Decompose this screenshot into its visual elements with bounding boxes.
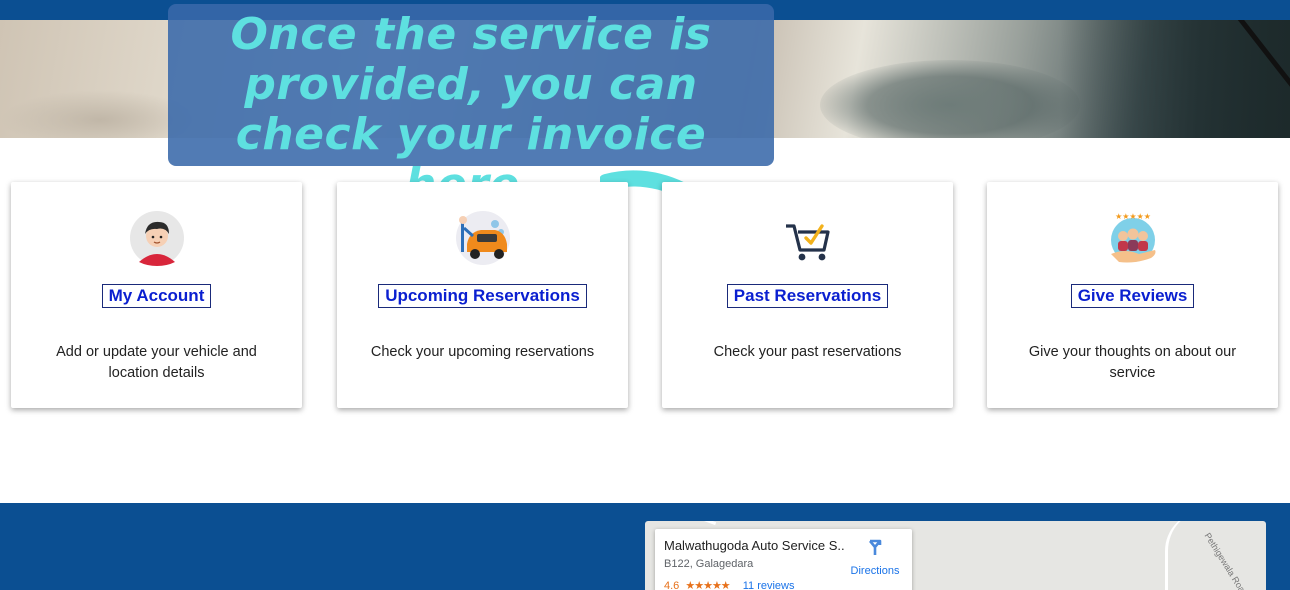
shopping-cart-check-icon (786, 224, 830, 261)
card-my-account: My Account Add or update your vehicle an… (11, 182, 302, 408)
reviews-link[interactable]: 11 reviews (743, 580, 795, 590)
card-give-reviews: ★★★★★ Give Reviews Give your thoughts on… (987, 182, 1278, 408)
place-name[interactable]: Malwathugoda Auto Service S... (664, 538, 844, 553)
give-reviews-link[interactable]: Give Reviews (1070, 284, 1195, 308)
past-reservations-link[interactable]: Past Reservations (726, 284, 889, 308)
directions-button[interactable]: Directions (845, 539, 905, 579)
place-rating: 4.6 ★★★★★ 11 reviews (664, 579, 795, 590)
user-avatar-icon (130, 211, 184, 266)
card-description: Check your past reservations (713, 344, 902, 360)
rating-value: 4.6 (664, 580, 680, 590)
car-wash-icon (456, 211, 510, 265)
place-address: B122, Galagedara (664, 558, 754, 570)
rating-stars-icon: ★★★★★ (685, 580, 730, 590)
card-description: Check your upcoming reservations (370, 344, 595, 360)
card-description: Give your thoughts on about our service (1028, 344, 1237, 381)
directions-icon (869, 539, 882, 555)
upcoming-reservations-link[interactable]: Upcoming Reservations (378, 284, 587, 308)
card-upcoming-reservations: Upcoming Reservations Check your upcomin… (337, 182, 628, 408)
map-place-card: Malwathugoda Auto Service S... B122, Gal… (655, 529, 912, 590)
svg-text:★★★★★: ★★★★★ (1115, 212, 1151, 221)
reviews-hand-stars-icon: ★★★★★ (1111, 212, 1156, 263)
my-account-link[interactable]: My Account (101, 284, 212, 308)
page: Once the service is provided, you can ch… (0, 0, 1290, 590)
card-past-reservations: Past Reservations Check your past reserv… (662, 182, 953, 408)
directions-label: Directions (850, 565, 900, 577)
tutorial-callout: Once the service is provided, you can ch… (168, 4, 774, 210)
card-description: Add or update your vehicle and location … (56, 344, 257, 381)
